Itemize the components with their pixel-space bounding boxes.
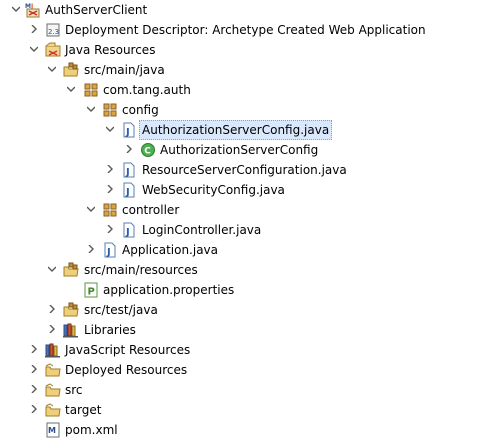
tree-row-application-java[interactable]: J Application.java (0, 240, 489, 260)
package-icon (102, 202, 118, 218)
tree-row-src-folder[interactable]: src (0, 380, 489, 400)
package-icon (102, 102, 118, 118)
collapse-arrow-icon[interactable] (65, 80, 77, 100)
tree-row-application-properties[interactable]: P application.properties (0, 280, 489, 300)
java-resources-icon (45, 42, 61, 58)
svg-text:J: J (125, 167, 130, 178)
java-file-icon: J (121, 122, 137, 138)
java-file-icon: J (121, 222, 137, 238)
tree-item-label: target (65, 403, 102, 417)
tree-row-src-main-resources[interactable]: src/main/resources (0, 260, 489, 280)
tree-row-javascript-resources[interactable]: JavaScript Resources (0, 340, 489, 360)
tree-row-authorization-server-config-class[interactable]: C AuthorizationServerConfig (0, 140, 489, 160)
tree-item-label: ResourceServerConfiguration.java (142, 163, 347, 177)
tree-item-label: Application.java (122, 243, 219, 257)
collapse-arrow-icon[interactable] (46, 260, 58, 280)
properties-file-icon: P (83, 282, 99, 298)
tree-item-label: config (122, 103, 159, 117)
maven-pom-file-icon: M (45, 422, 61, 438)
folder-icon (45, 382, 61, 398)
expand-arrow-icon[interactable] (104, 160, 116, 180)
expand-arrow-icon[interactable] (28, 20, 40, 40)
class-icon: C (140, 142, 156, 158)
expand-arrow-icon[interactable] (28, 340, 40, 360)
collapse-arrow-icon[interactable] (85, 100, 97, 120)
svg-text:J: J (125, 127, 130, 138)
svg-text:P: P (88, 287, 95, 298)
tree-row-package-config[interactable]: config (0, 100, 489, 120)
source-folder-icon (63, 62, 79, 78)
expand-arrow-icon[interactable] (28, 400, 40, 420)
tree-row-login-controller-java[interactable]: J LoginController.java (0, 220, 489, 240)
svg-text:C: C (144, 147, 151, 157)
tree-item-label: WebSecurityConfig.java (142, 183, 285, 197)
expand-arrow-icon[interactable] (46, 300, 58, 320)
svg-text:J: J (106, 247, 111, 258)
javascript-resources-icon (45, 342, 61, 358)
deployed-resources-folder-icon (45, 362, 61, 378)
maven-web-project-icon: M J (25, 2, 41, 18)
folder-icon (45, 402, 61, 418)
expand-arrow-icon[interactable] (28, 380, 40, 400)
project-explorer-tree: M J AuthServerClient 2.3 Deployment Desc… (0, 0, 489, 439)
tree-row-target-folder[interactable]: target (0, 400, 489, 420)
tree-item-label: src/test/java (84, 303, 158, 317)
tree-item-label: AuthorizationServerConfig (160, 143, 319, 157)
source-folder-icon (63, 262, 79, 278)
tree-row-src-main-java[interactable]: src/main/java (0, 60, 489, 80)
tree-row-pom-xml[interactable]: M pom.xml (0, 420, 489, 440)
expand-arrow-icon[interactable] (104, 180, 116, 200)
package-icon (83, 82, 99, 98)
tree-row-deployed-resources[interactable]: Deployed Resources (0, 360, 489, 380)
tree-row-libraries[interactable]: Libraries (0, 320, 489, 340)
svg-text:J: J (125, 187, 130, 198)
libraries-icon (63, 322, 79, 338)
java-file-icon: J (121, 182, 137, 198)
tree-item-label: controller (122, 203, 180, 217)
tree-row-web-security-config-java[interactable]: J WebSecurityConfig.java (0, 180, 489, 200)
tree-item-label: pom.xml (65, 423, 118, 437)
tree-item-label: src/main/java (84, 63, 165, 77)
java-file-icon: J (121, 162, 137, 178)
source-folder-icon (63, 302, 79, 318)
tree-item-label: Java Resources (65, 43, 156, 57)
expand-arrow-icon[interactable] (104, 220, 116, 240)
svg-text:2.3: 2.3 (48, 28, 59, 36)
collapse-arrow-icon[interactable] (104, 120, 116, 140)
collapse-arrow-icon[interactable] (85, 200, 97, 220)
tree-row-java-resources[interactable]: Java Resources (0, 40, 489, 60)
tree-row-resource-server-configuration-java[interactable]: J ResourceServerConfiguration.java (0, 160, 489, 180)
collapse-arrow-icon[interactable] (28, 40, 40, 60)
tree-item-label: AuthorizationServerConfig.java (139, 120, 333, 140)
tree-row-deployment-descriptor[interactable]: 2.3 Deployment Descriptor: Archetype Cre… (0, 20, 489, 40)
expand-arrow-icon[interactable] (28, 360, 40, 380)
collapse-arrow-icon[interactable] (10, 0, 22, 20)
tree-item-label: JavaScript Resources (65, 343, 191, 357)
tree-item-label: src (65, 383, 83, 397)
expand-arrow-icon[interactable] (123, 140, 135, 160)
tree-row-package-auth[interactable]: com.tang.auth (0, 80, 489, 100)
svg-text:J: J (125, 227, 130, 238)
svg-text:M: M (48, 426, 56, 435)
tree-item-label: LoginController.java (142, 223, 262, 237)
tree-item-label: AuthServerClient (45, 3, 148, 17)
tree-item-label: Deployed Resources (65, 363, 188, 377)
java-file-icon: J (102, 242, 118, 258)
collapse-arrow-icon[interactable] (46, 60, 58, 80)
tree-item-label: src/main/resources (84, 263, 198, 277)
tree-row-authorization-server-config-java[interactable]: J AuthorizationServerConfig.java (0, 120, 489, 140)
tree-item-label: Libraries (84, 323, 136, 337)
deployment-descriptor-icon: 2.3 (45, 22, 61, 38)
expand-arrow-icon[interactable] (46, 320, 58, 340)
tree-row-src-test-java[interactable]: src/test/java (0, 300, 489, 320)
tree-item-label: application.properties (103, 283, 235, 297)
tree-row-package-controller[interactable]: controller (0, 200, 489, 220)
tree-row-project[interactable]: M J AuthServerClient (0, 0, 489, 20)
expand-arrow-icon[interactable] (85, 240, 97, 260)
tree-item-label: Deployment Descriptor: Archetype Created… (65, 23, 426, 37)
tree-item-label: com.tang.auth (103, 83, 191, 97)
